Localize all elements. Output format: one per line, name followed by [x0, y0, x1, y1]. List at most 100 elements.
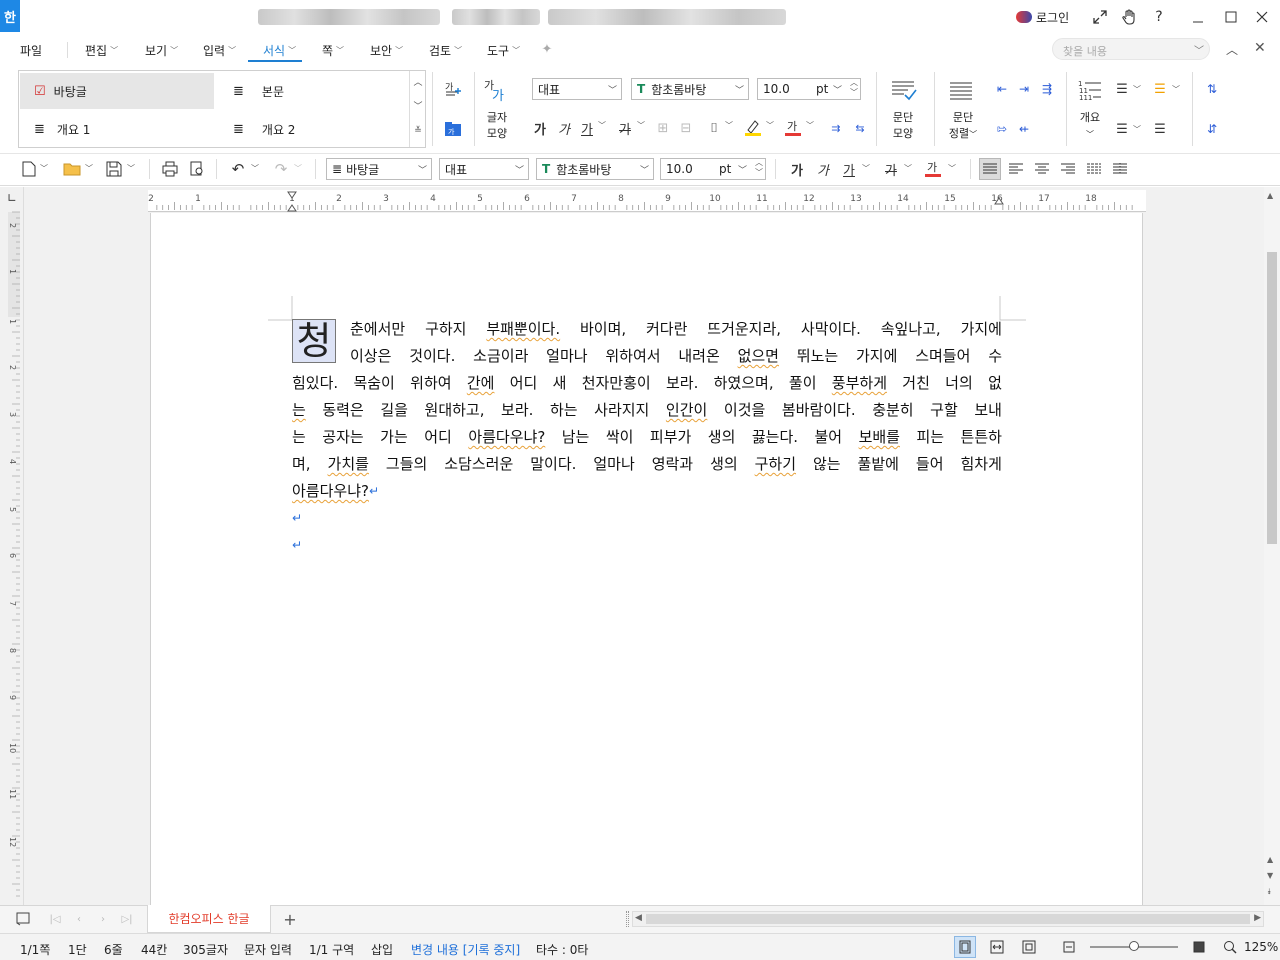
- collapse-ribbon-icon[interactable]: ︿: [1226, 41, 1238, 58]
- page-down-icon[interactable]: ⯯: [1267, 887, 1272, 897]
- bullet-dropdown-icon[interactable]: ﹀: [1133, 84, 1141, 95]
- find-input[interactable]: 찾을 내용: [1052, 38, 1210, 60]
- align-center-icon[interactable]: [1031, 158, 1053, 180]
- bold-icon[interactable]: 가: [531, 118, 549, 138]
- line-spacing-increase-icon[interactable]: ⇅: [1202, 80, 1222, 98]
- close-icon[interactable]: [1252, 7, 1272, 27]
- scroll-up-icon[interactable]: ▲: [1267, 191, 1273, 200]
- login-button[interactable]: 로그인: [1016, 8, 1069, 26]
- para-shape-icon[interactable]: [888, 76, 918, 104]
- zoom-out-icon[interactable]: [1058, 936, 1080, 958]
- undo-dropdown-icon[interactable]: ﹀: [251, 163, 259, 174]
- style-manager-icon[interactable]: 가: [442, 118, 464, 140]
- scroll-left-icon[interactable]: ◀: [635, 913, 642, 923]
- menu-security[interactable]: 보안 ﹀: [370, 42, 403, 59]
- char-spacing-narrow-icon[interactable]: ⇉: [826, 118, 846, 138]
- new-dropdown-icon[interactable]: ﹀: [40, 163, 48, 174]
- highlight-dropdown-icon[interactable]: ﹀: [766, 120, 774, 131]
- scroll-right-icon[interactable]: ▶: [1254, 913, 1261, 923]
- para-shape-label[interactable]: 문단 모양: [888, 110, 918, 142]
- style-item-body[interactable]: ≣ 본문: [219, 73, 409, 109]
- font-color-icon[interactable]: 가: [783, 116, 803, 138]
- book-icon[interactable]: [14, 910, 32, 928]
- char-spacing-wide-icon[interactable]: ⇆: [850, 118, 870, 138]
- align-divide-icon[interactable]: [1109, 158, 1131, 180]
- view-full-page-icon[interactable]: [1018, 936, 1040, 958]
- first-tab-icon[interactable]: |◁: [48, 910, 62, 928]
- horizontal-scroll-thumb[interactable]: [646, 914, 1250, 924]
- status-page[interactable]: 1/1쪽: [20, 941, 50, 958]
- numbered-list-icon[interactable]: ☰: [1150, 80, 1170, 98]
- tab-document[interactable]: 한컴오피스 한글: [147, 905, 271, 933]
- scroll-down-icon[interactable]: ▼: [1267, 871, 1273, 880]
- para-align-icon[interactable]: [946, 76, 976, 104]
- redo-dropdown-icon[interactable]: ﹀: [294, 163, 302, 174]
- app-logo[interactable]: 한: [0, 0, 20, 32]
- style-item-outline2[interactable]: ≣ 개요 2: [219, 111, 409, 147]
- style-item-outline1[interactable]: ≣ 개요 1: [20, 111, 214, 147]
- font-name-select[interactable]: T 함초롬바탕 ﹀: [631, 78, 749, 100]
- font-color-icon-2[interactable]: 가: [922, 157, 944, 179]
- last-tab-icon[interactable]: ▷|: [120, 910, 134, 928]
- menu-tools[interactable]: 도구 ﹀: [487, 42, 520, 59]
- hand-icon[interactable]: [1119, 7, 1139, 27]
- menu-format[interactable]: 서식 ﹀: [263, 42, 296, 59]
- zoom-search-icon[interactable]: [1219, 936, 1241, 958]
- char-border-icon[interactable]: ⌷: [705, 118, 723, 138]
- para-align-label[interactable]: 문단 정렬﹀: [945, 110, 981, 143]
- first-line-indent-icon[interactable]: ⇰: [992, 120, 1012, 138]
- hanging-indent-icon[interactable]: ⇷: [1014, 120, 1034, 138]
- italic-icon-2[interactable]: 가: [814, 159, 832, 179]
- menu-edit[interactable]: 편집 ﹀: [85, 42, 118, 59]
- font-size-input[interactable]: 10.0 pt ﹀ ︿ ﹀: [757, 78, 861, 100]
- color-dropdown-icon[interactable]: ﹀: [806, 120, 814, 131]
- help-icon[interactable]: ?: [1149, 7, 1169, 27]
- split-handle[interactable]: [626, 911, 629, 927]
- font-lang-select[interactable]: 대표 ﹀: [532, 78, 622, 100]
- zoom-level[interactable]: 125%: [1244, 940, 1278, 954]
- bold-icon-2[interactable]: 가: [788, 159, 806, 179]
- zoom-slider-thumb[interactable]: [1129, 941, 1139, 951]
- list-level-icon[interactable]: ☰: [1112, 120, 1132, 138]
- font-lang-select-2[interactable]: 대표 ﹀: [439, 158, 529, 180]
- indent-right-icon[interactable]: ⇶: [1037, 80, 1057, 98]
- tab-type-icon[interactable]: ∟: [0, 187, 24, 209]
- new-document-icon[interactable]: [20, 160, 38, 178]
- align-left-icon[interactable]: [1005, 158, 1027, 180]
- menu-file[interactable]: 파일: [20, 42, 42, 59]
- highlight-icon[interactable]: [743, 116, 763, 138]
- print-preview-icon[interactable]: [187, 160, 207, 178]
- border-dropdown-icon[interactable]: ﹀: [725, 120, 733, 131]
- style-item-basic[interactable]: ☑ 바탕글: [20, 73, 214, 109]
- menu-view[interactable]: 보기 ﹀: [145, 42, 178, 59]
- font-name-select-2[interactable]: T 함초롬바탕 ﹀: [536, 158, 654, 180]
- font-size-input-2[interactable]: 10.0 pt ﹀ ︿ ﹀: [660, 158, 766, 180]
- strike-dropdown-icon[interactable]: ﹀: [637, 120, 645, 131]
- menu-review[interactable]: 검토 ﹀: [429, 42, 462, 59]
- char-shape-icon[interactable]: 가가: [481, 76, 511, 104]
- open-folder-icon[interactable]: [62, 160, 82, 178]
- redo-icon[interactable]: ↷: [271, 159, 291, 179]
- strike-dropdown-icon-2[interactable]: ﹀: [904, 163, 912, 174]
- undo-icon[interactable]: ↶: [228, 159, 248, 179]
- minimize-icon[interactable]: [1188, 7, 1208, 27]
- align-right-icon[interactable]: [1057, 158, 1079, 180]
- zoom-in-icon[interactable]: [1188, 936, 1210, 958]
- save-icon[interactable]: [104, 160, 124, 178]
- indent-increase-icon[interactable]: ⇥: [1014, 80, 1034, 98]
- scroll-up-icon[interactable]: ▲: [1267, 855, 1273, 864]
- outline-char-icon[interactable]: ⊞: [654, 118, 672, 138]
- status-chars[interactable]: 305글자: [183, 941, 228, 958]
- strikethrough-icon-2[interactable]: 가: [882, 159, 900, 179]
- outline-numbering-icon[interactable]: 1 11 111: [1076, 77, 1104, 103]
- underline-icon[interactable]: 가: [578, 118, 596, 138]
- ribbon-close-icon[interactable]: ✕: [1254, 40, 1266, 56]
- prev-tab-icon[interactable]: ‹: [72, 910, 86, 928]
- open-dropdown-icon[interactable]: ﹀: [85, 163, 93, 174]
- strikethrough-icon[interactable]: 가: [616, 118, 634, 138]
- print-icon[interactable]: [160, 160, 180, 178]
- vertical-scroll-thumb[interactable]: [1267, 252, 1277, 544]
- italic-icon[interactable]: 가: [555, 118, 573, 138]
- style-gallery-scroll[interactable]: ︿ ﹀ ≚: [409, 71, 426, 147]
- next-tab-icon[interactable]: ›: [96, 910, 110, 928]
